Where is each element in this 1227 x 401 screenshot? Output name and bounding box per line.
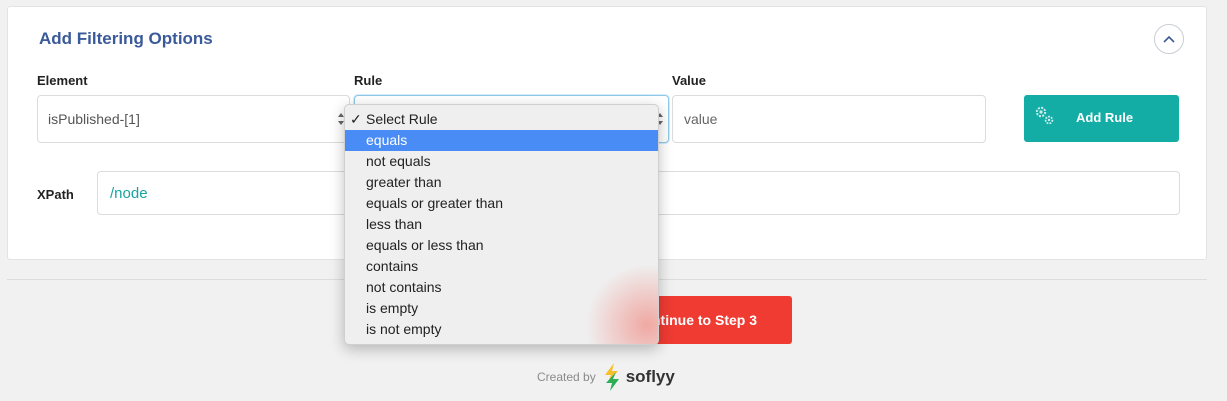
gears-icon [1035,106,1054,125]
rule-option-label: Select Rule [366,111,438,127]
panel-title: Add Filtering Options [39,29,213,48]
xpath-label: XPath [37,187,74,202]
rule-option[interactable]: is empty [345,298,658,319]
soflyy-logo-icon [604,363,619,391]
rule-option[interactable]: equals or greater than [345,193,658,214]
collapse-button[interactable] [1154,24,1184,54]
element-label: Element [37,73,88,88]
add-rule-button[interactable]: Add Rule [1024,95,1179,142]
rule-option-label: equals or greater than [366,195,503,211]
element-select-value: isPublished-[1] [48,111,140,127]
rule-option[interactable]: greater than [345,172,658,193]
value-placeholder: value [684,111,718,127]
element-select[interactable]: isPublished-[1] [37,95,350,143]
add-rule-label: Add Rule [1076,110,1134,125]
value-input[interactable]: value [672,95,986,143]
rule-option-label: greater than [366,174,442,190]
rule-option[interactable]: is not empty [345,319,658,340]
rule-option-label: not contains [366,279,442,295]
rule-option[interactable]: equals [345,130,658,151]
continue-label: ntinue to Step 3 [652,312,757,328]
rule-option-label: is not empty [366,321,442,337]
rule-option[interactable]: less than [345,214,658,235]
rule-option[interactable]: equals or less than [345,235,658,256]
rule-option-label: equals [366,132,408,148]
rule-option[interactable]: ✓ Select Rule [345,109,658,130]
rule-option[interactable]: contains [345,256,658,277]
rule-option-label: less than [366,216,423,232]
rule-option-label: equals or less than [366,237,484,253]
checkmark-icon: ✓ [350,111,362,127]
footer-credit: Created by soflyy [537,362,675,392]
rule-option[interactable]: not contains [345,277,658,298]
xpath-value: /node [110,184,148,202]
created-by-text: Created by [537,370,596,384]
value-label: Value [672,73,706,88]
rule-option-label: not equals [366,153,431,169]
rule-option-label: is empty [366,300,419,316]
rule-label: Rule [354,73,383,88]
rule-dropdown-menu[interactable]: is not empty is empty not contains contains… [344,104,659,345]
rule-option-label: contains [366,258,419,274]
chevron-up-icon [1163,35,1175,43]
rule-option[interactable]: not equals [345,151,658,172]
brand-name: soflyy [625,367,675,386]
